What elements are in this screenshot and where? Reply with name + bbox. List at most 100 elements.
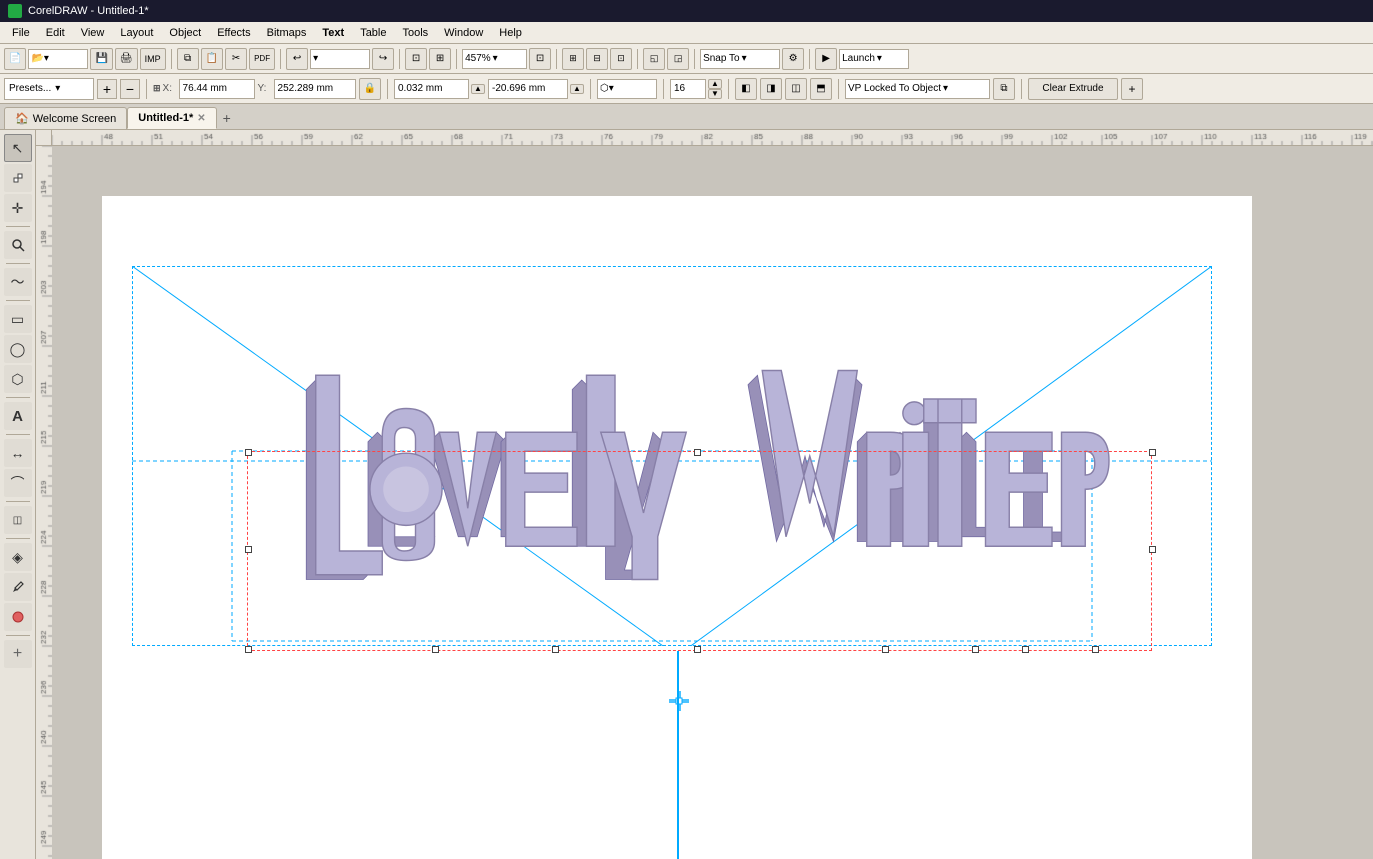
handle-ml[interactable] (245, 546, 252, 553)
eyedropper-tool-button[interactable] (4, 573, 32, 601)
transform-tool-button[interactable]: ✛ (4, 194, 32, 222)
menu-effects[interactable]: Effects (209, 25, 258, 41)
depth-input[interactable] (670, 79, 706, 99)
width-input[interactable] (394, 79, 469, 99)
snap-settings-button[interactable]: ⚙ (782, 48, 804, 70)
width-up[interactable]: ▲ (471, 84, 485, 94)
handle-extra1[interactable] (432, 646, 439, 653)
polygon-tool-button[interactable]: ⬡ (4, 365, 32, 393)
zoom-mode-button[interactable]: ⊡ (529, 48, 551, 70)
add-anchor-button[interactable]: + (4, 640, 32, 668)
snap-dropdown[interactable]: Snap To ▾ (700, 49, 780, 69)
menu-object[interactable]: Object (161, 25, 209, 41)
launch-icon[interactable]: ▶ (815, 48, 837, 70)
menu-window[interactable]: Window (436, 25, 491, 41)
tab-close-button[interactable]: ✕ (197, 113, 205, 124)
menu-view[interactable]: View (73, 25, 113, 41)
zoom-dropdown[interactable]: 457% ▾ (462, 49, 527, 69)
x-input[interactable] (179, 79, 255, 99)
copy-button[interactable]: ⧉ (177, 48, 199, 70)
pdf-button[interactable]: PDF (249, 48, 275, 70)
menu-table[interactable]: Table (352, 25, 394, 41)
fill-tool-button[interactable]: ◈ (4, 543, 32, 571)
cut-button[interactable]: ✂ (225, 48, 247, 70)
new-button[interactable]: 📄 (4, 48, 26, 70)
view5-button[interactable]: ◲ (667, 48, 689, 70)
freehand-tool-button[interactable]: 〜 (4, 268, 32, 296)
drawing-canvas[interactable]: .txt-fill { fill: #b8b4d8; stroke: #8880… (52, 146, 1373, 859)
presets-dropdown[interactable]: Presets... ▾ (4, 78, 94, 100)
extrude-shape-dropdown[interactable]: ⬡▾ (597, 79, 657, 99)
handle-tr[interactable] (1149, 449, 1156, 456)
add-extrude-button[interactable]: + (1121, 78, 1143, 100)
extrude-left-button[interactable]: ◫ (785, 78, 807, 100)
vp-mode-dropdown[interactable]: VP Locked To Object ▾ (845, 79, 990, 99)
view4-button[interactable]: ◱ (643, 48, 665, 70)
handle-br[interactable] (1092, 646, 1099, 653)
y-input[interactable] (274, 79, 356, 99)
handle-tl[interactable] (245, 449, 252, 456)
extrude-tool-button[interactable]: ◫ (4, 506, 32, 534)
menu-help[interactable]: Help (491, 25, 530, 41)
undo-button[interactable]: ↩ (286, 48, 308, 70)
height-up[interactable]: ▲ (570, 84, 584, 94)
handle-bm[interactable] (694, 646, 701, 653)
presets-sub-button[interactable]: − (120, 79, 140, 99)
launch-dropdown[interactable]: Launch ▾ (839, 49, 909, 69)
save-button[interactable]: 💾 (90, 48, 112, 70)
tab-document[interactable]: Untitled-1* ✕ (127, 107, 216, 129)
tab-add-button[interactable]: + (217, 107, 237, 129)
handle-extra2[interactable] (552, 646, 559, 653)
menu-layout[interactable]: Layout (112, 25, 161, 41)
x-label: X: (163, 83, 177, 94)
tab-welcome[interactable]: 🏠 Welcome Screen (4, 107, 127, 129)
handle-extra4[interactable] (972, 646, 979, 653)
clear-extrude-button[interactable]: Clear Extrude (1028, 78, 1118, 100)
print-button[interactable]: 🖨 (115, 48, 138, 70)
handle-mr[interactable] (1149, 546, 1156, 553)
text-tool-button[interactable]: A (4, 402, 32, 430)
menu-bitmaps[interactable]: Bitmaps (259, 25, 315, 41)
tool-sep1 (6, 226, 30, 227)
vp-copy-button[interactable]: ⧉ (993, 78, 1015, 100)
menu-file[interactable]: File (4, 25, 38, 41)
fit-width-button[interactable]: ⊞ (429, 48, 451, 70)
extrude-front-button[interactable]: ◧ (735, 78, 757, 100)
paste-button[interactable]: 📋 (201, 48, 223, 70)
view1-button[interactable]: ⊞ (562, 48, 584, 70)
undo-dropdown[interactable]: ▾ (310, 49, 370, 69)
depth-down[interactable]: ▼ (708, 89, 722, 99)
handle-bl[interactable] (245, 646, 252, 653)
fit-page-button[interactable]: ⊡ (405, 48, 427, 70)
view3-button[interactable]: ⊡ (610, 48, 632, 70)
handle-extra3[interactable] (882, 646, 889, 653)
view2-button[interactable]: ⊟ (586, 48, 608, 70)
height-input[interactable] (488, 79, 568, 99)
dimension-tool-button[interactable]: ↔ (4, 439, 32, 467)
ruler-row (36, 130, 1373, 146)
height-group: ▲ (488, 79, 584, 99)
ruler-vertical (36, 146, 52, 859)
node-tool-button[interactable] (4, 164, 32, 192)
tool-sep6 (6, 501, 30, 502)
connector-tool-button[interactable]: ⌒ (4, 469, 32, 497)
extrude-back-button[interactable]: ◨ (760, 78, 782, 100)
handle-tm[interactable] (694, 449, 701, 456)
rectangle-tool-button[interactable]: ▭ (4, 305, 32, 333)
coord-lock-button[interactable]: 🔒 (359, 78, 381, 100)
redo-button[interactable]: ↪ (372, 48, 394, 70)
menu-tools[interactable]: Tools (394, 25, 436, 41)
smartfill-tool-button[interactable] (4, 603, 32, 631)
ellipse-tool-button[interactable]: ◯ (4, 335, 32, 363)
import-button[interactable]: IMP (140, 48, 166, 70)
zoom-tool-button[interactable] (4, 231, 32, 259)
select-tool-button[interactable]: ↖ (4, 134, 32, 162)
open-dropdown[interactable]: 📂▾ (28, 49, 88, 69)
menu-edit[interactable]: Edit (38, 25, 73, 41)
depth-up[interactable]: ▲ (708, 79, 722, 89)
menu-text[interactable]: Text (314, 25, 352, 41)
presets-add-button[interactable]: + (97, 79, 117, 99)
handle-extra5[interactable] (1022, 646, 1029, 653)
sep8 (809, 49, 810, 69)
extrude-right-button[interactable]: ⬒ (810, 78, 832, 100)
